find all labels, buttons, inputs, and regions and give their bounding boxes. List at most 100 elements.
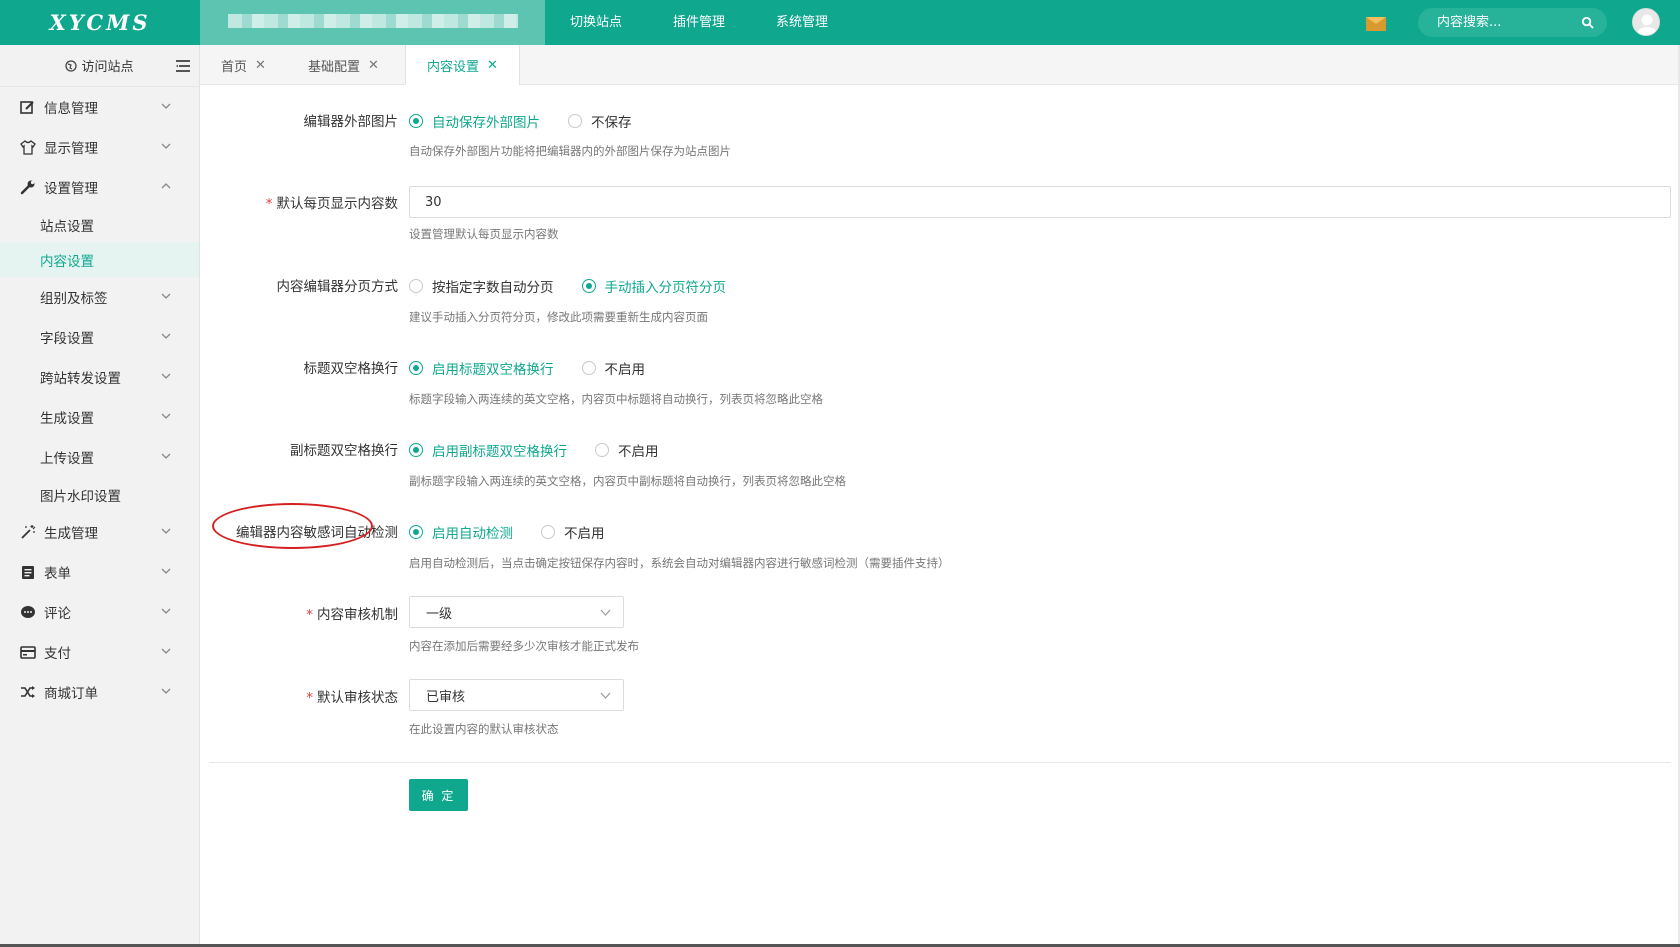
sidebar-item-label: 显示管理 bbox=[44, 141, 98, 157]
required-mark: * bbox=[306, 690, 313, 706]
sidebar-item-payment[interactable]: 支付 bbox=[0, 632, 199, 672]
radio-disable-title-wrap[interactable]: 不启用 bbox=[581, 358, 645, 378]
form-icon bbox=[19, 564, 36, 581]
radio-disable-auto-check[interactable]: 不启用 bbox=[541, 522, 605, 542]
radio-dot bbox=[581, 279, 596, 293]
tab-basic-config[interactable]: 基础配置 ✕ bbox=[287, 45, 379, 85]
field-label-text: 默认每页显示内容数 bbox=[276, 196, 399, 212]
radio-dot bbox=[409, 443, 423, 457]
chevron-down-icon bbox=[161, 413, 171, 419]
sidebar-item-display-manage[interactable]: 显示管理 bbox=[0, 127, 199, 167]
radio-manual-pagination[interactable]: 手动插入分页符分页 bbox=[581, 276, 727, 296]
sidebar-item-generate-manage[interactable]: 生成管理 bbox=[0, 512, 199, 552]
nav-system-manage[interactable]: 系统管理 bbox=[776, 0, 828, 45]
sidebar-sub-generate-settings[interactable]: 生成设置 bbox=[0, 397, 199, 437]
search-box bbox=[1418, 8, 1607, 37]
nav-plugin-manage[interactable]: 插件管理 bbox=[673, 0, 725, 45]
visit-site-link[interactable]: 访问站点 bbox=[0, 45, 199, 87]
content-settings-form: 编辑器外部图片 自动保存外部图片 不保存 自动保存外部图片功能将把编辑器内的外部… bbox=[200, 85, 1680, 947]
radio-auto-save-images[interactable]: 自动保存外部图片 bbox=[409, 111, 540, 131]
avatar[interactable] bbox=[1632, 8, 1660, 36]
sidebar-sub-content-settings[interactable]: 内容设置 bbox=[0, 242, 199, 277]
tab-label: 首页 bbox=[221, 59, 248, 75]
sidebar-item-label: 评论 bbox=[44, 606, 71, 622]
nav-switch-site[interactable]: 切换站点 bbox=[570, 0, 622, 45]
tab-label: 基础配置 bbox=[308, 59, 361, 75]
mail-icon[interactable] bbox=[1366, 17, 1386, 31]
field-hint: 标题字段输入两连续的英文空格，内容页中标题将自动换行，列表页将忽略此空格 bbox=[409, 392, 823, 406]
radio-auto-pagination[interactable]: 按指定字数自动分页 bbox=[409, 276, 554, 296]
per-page-count-input[interactable] bbox=[409, 186, 1671, 218]
site-name-blurred bbox=[200, 0, 545, 45]
search-input[interactable] bbox=[1418, 8, 1578, 37]
radio-enable-title-wrap[interactable]: 启用标题双空格换行 bbox=[409, 358, 554, 378]
radio-label: 手动插入分页符分页 bbox=[604, 280, 727, 296]
field-hint: 设置管理默认每页显示内容数 bbox=[409, 227, 559, 241]
select-value: 已审核 bbox=[426, 689, 466, 705]
sidebar-sub-label: 上传设置 bbox=[40, 451, 94, 467]
close-icon[interactable]: ✕ bbox=[487, 58, 498, 73]
chevron-down-icon bbox=[161, 143, 171, 149]
radio-group-external-images: 自动保存外部图片 不保存 bbox=[409, 111, 660, 131]
menu-toggle-icon[interactable] bbox=[176, 60, 190, 72]
sidebar-sub-label: 生成设置 bbox=[40, 411, 94, 427]
radio-enable-auto-check[interactable]: 启用自动检测 bbox=[409, 522, 513, 542]
field-hint: 启用自动检测后，当点击确定按钮保存内容时，系统会自动对编辑器内容进行敏感词检测（… bbox=[409, 556, 950, 570]
wrench-icon bbox=[19, 179, 36, 196]
sidebar-sub-site-settings[interactable]: 站点设置 bbox=[0, 207, 199, 242]
field-hint: 内容在添加后需要经多少次审核才能正式发布 bbox=[409, 639, 639, 653]
field-label-text: 内容审核机制 bbox=[317, 607, 398, 623]
sidebar-sub-watermark-settings[interactable]: 图片水印设置 bbox=[0, 477, 199, 512]
chevron-down-icon bbox=[600, 692, 611, 699]
sidebar-item-info-manage[interactable]: 信息管理 bbox=[0, 87, 199, 127]
radio-label: 启用自动检测 bbox=[432, 526, 513, 542]
radio-label: 自动保存外部图片 bbox=[432, 115, 540, 131]
close-icon[interactable]: ✕ bbox=[255, 58, 266, 73]
form-divider bbox=[209, 762, 1671, 763]
field-label-external-images: 编辑器外部图片 bbox=[303, 114, 399, 130]
field-hint: 建议手动插入分页符分页，修改此项需要重新生成内容页面 bbox=[409, 310, 708, 324]
field-label-text: 默认审核状态 bbox=[317, 690, 398, 706]
review-level-select[interactable]: 一级 bbox=[409, 596, 624, 628]
globe-icon bbox=[65, 59, 78, 72]
field-hint: 副标题字段输入两连续的英文空格，内容页中副标题将自动换行，列表页将忽略此空格 bbox=[409, 474, 846, 488]
sidebar-sub-upload-settings[interactable]: 上传设置 bbox=[0, 437, 199, 477]
select-value: 一级 bbox=[426, 606, 453, 622]
chevron-down-icon bbox=[161, 568, 171, 574]
sidebar-sub-groups-tags[interactable]: 组别及标签 bbox=[0, 277, 199, 317]
required-mark: * bbox=[306, 607, 313, 623]
app-logo[interactable]: XYCMS bbox=[0, 0, 200, 45]
sidebar-item-shop-orders[interactable]: 商城订单 bbox=[0, 672, 199, 712]
sidebar-item-settings-manage[interactable]: 设置管理 bbox=[0, 167, 199, 207]
submit-button[interactable]: 确 定 bbox=[409, 779, 468, 811]
sidebar-item-label: 支付 bbox=[44, 646, 71, 662]
radio-group-pagination-mode: 按指定字数自动分页 手动插入分页符分页 bbox=[409, 276, 754, 296]
radio-label: 不启用 bbox=[618, 444, 659, 460]
chevron-down-icon bbox=[161, 103, 171, 109]
radio-dot bbox=[409, 114, 423, 128]
radio-label: 启用标题双空格换行 bbox=[432, 362, 554, 378]
tab-home[interactable]: 首页 ✕ bbox=[200, 45, 266, 85]
radio-dot bbox=[541, 525, 555, 539]
sidebar-sub-cross-site[interactable]: 跨站转发设置 bbox=[0, 357, 199, 397]
magic-wand-icon bbox=[19, 524, 36, 541]
sidebar: 访问站点 信息管理 显示管理 设置管理 站点设置 内容设置 组别及标签 字段设置… bbox=[0, 45, 200, 947]
sidebar-item-form[interactable]: 表单 bbox=[0, 552, 199, 592]
close-icon[interactable]: ✕ bbox=[368, 58, 379, 73]
radio-enable-subtitle-wrap[interactable]: 启用副标题双空格换行 bbox=[409, 440, 567, 460]
search-icon[interactable] bbox=[1581, 16, 1594, 29]
default-review-status-select[interactable]: 已审核 bbox=[409, 679, 624, 711]
field-label-default-review-status: * 默认审核状态 bbox=[306, 686, 398, 706]
radio-disable-subtitle-wrap[interactable]: 不启用 bbox=[595, 440, 659, 460]
sidebar-item-comment[interactable]: 评论 bbox=[0, 592, 199, 632]
tab-content-settings[interactable]: 内容设置 ✕ bbox=[405, 45, 520, 86]
chevron-down-icon bbox=[161, 373, 171, 379]
radio-dot bbox=[568, 114, 582, 128]
radio-no-save-images[interactable]: 不保存 bbox=[568, 111, 632, 131]
sidebar-sub-label: 图片水印设置 bbox=[40, 488, 121, 505]
visit-site-label: 访问站点 bbox=[81, 60, 134, 75]
field-hint: 在此设置内容的默认审核状态 bbox=[409, 722, 559, 736]
field-hint: 自动保存外部图片功能将把编辑器内的外部图片保存为站点图片 bbox=[409, 144, 731, 158]
sidebar-sub-field-settings[interactable]: 字段设置 bbox=[0, 317, 199, 357]
chevron-down-icon bbox=[600, 609, 611, 616]
